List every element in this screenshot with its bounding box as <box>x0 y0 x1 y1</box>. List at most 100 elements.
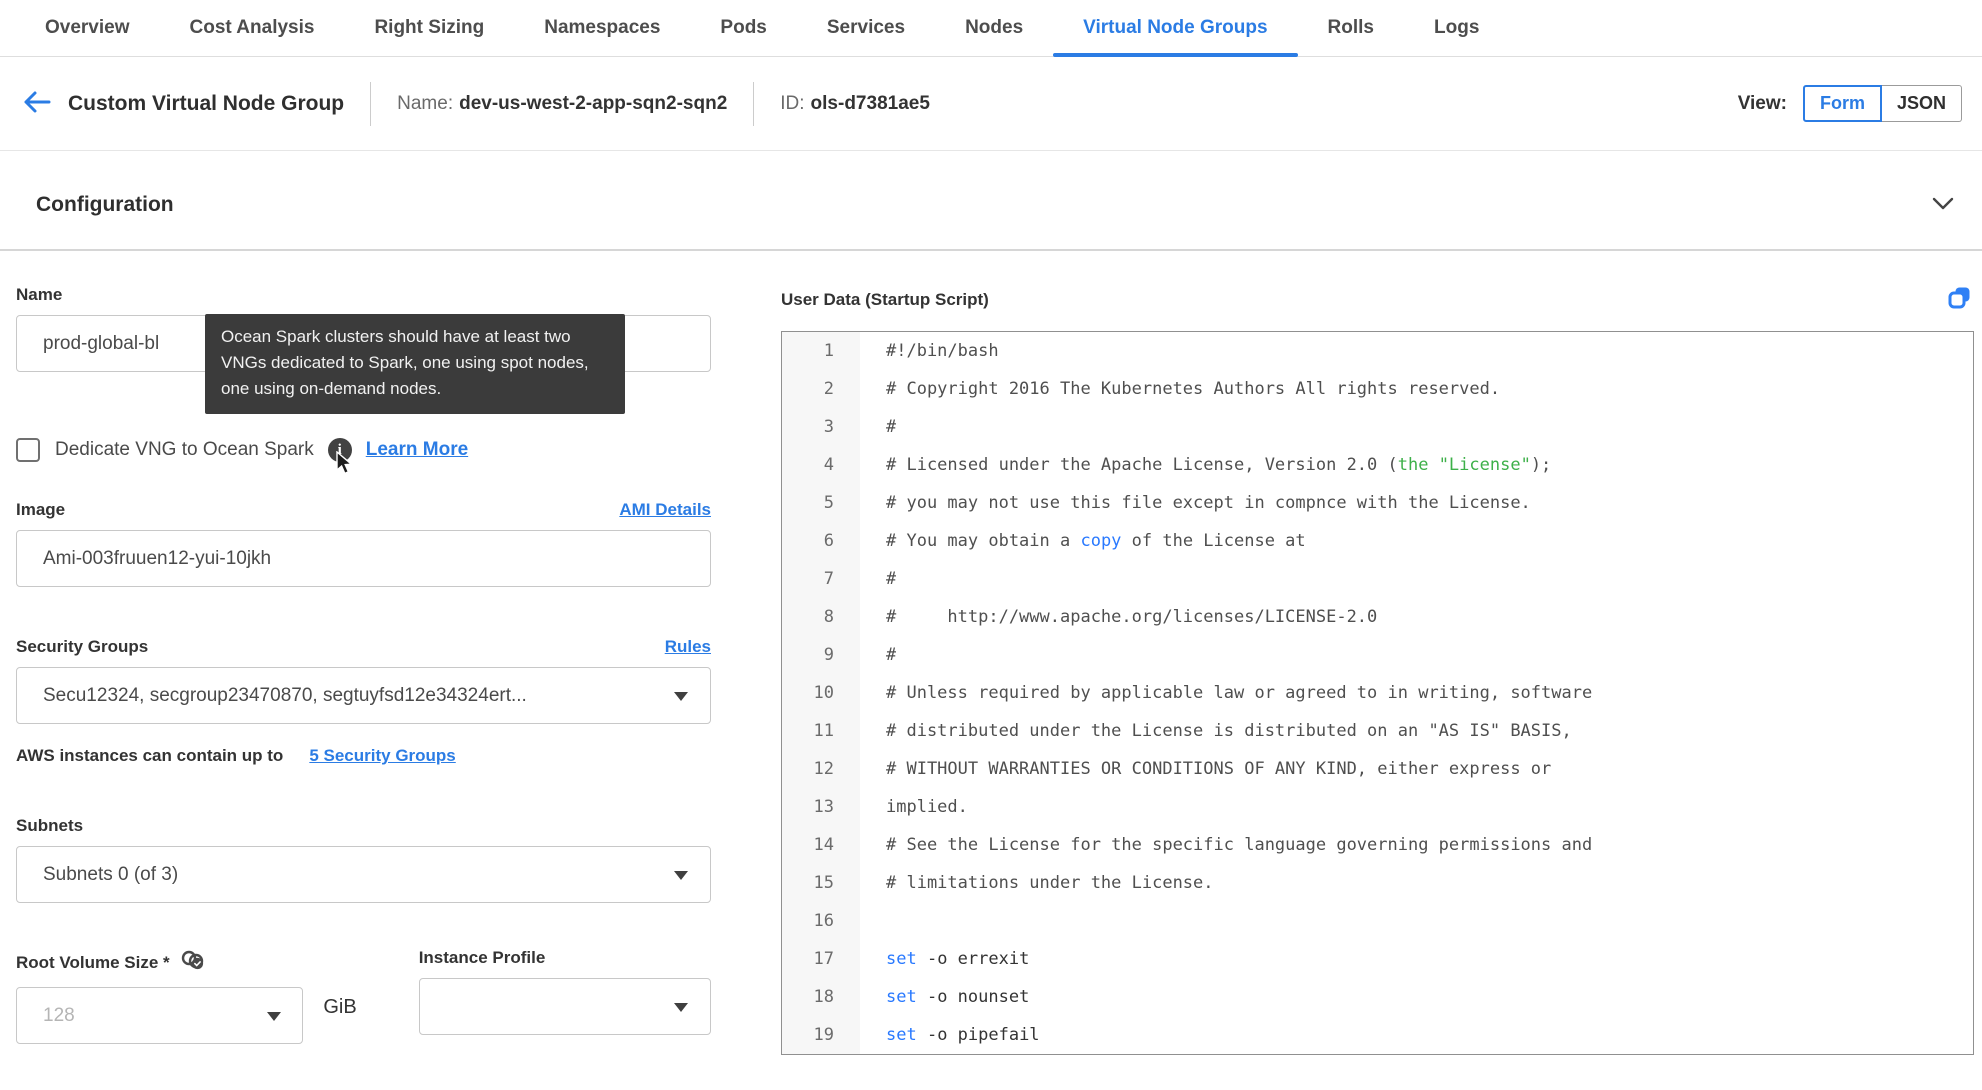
rules-link[interactable]: Rules <box>665 637 711 657</box>
instance-profile-label: Instance Profile <box>418 948 546 967</box>
section-title: Configuration <box>36 193 174 216</box>
line-number: 13 <box>782 788 860 826</box>
link-check-icon <box>180 948 207 977</box>
user-data-editor[interactable]: 1 #!/bin/bash 2 # Copyright 2016 The Kubern… <box>781 331 1974 1055</box>
vng-name-label: Name: <box>397 92 454 114</box>
code-line: 14 # See the License for the specific lan… <box>782 826 1973 864</box>
gib-unit-label: GiB <box>323 996 357 1018</box>
user-data-column: User Data (Startup Script) 1 #!/bin/bash 2… <box>781 285 1974 1055</box>
line-number: 7 <box>782 560 860 598</box>
line-number: 17 <box>782 940 860 978</box>
subnets-field-group: Subnets Subnets 0 (of 3) <box>16 816 711 903</box>
code-text: #!/bin/bash <box>886 341 999 361</box>
view-toggle: View: Form JSON <box>1737 84 1962 123</box>
code-line: 2 # Copyright 2016 The Kubernetes Authors… <box>782 370 1973 408</box>
vng-name: Name: dev-us-west-2-app-sqn2-sqn2 <box>397 93 727 115</box>
subnets-value: Subnets 0 (of 3) <box>43 863 179 885</box>
code-line: 5 # you may not use this file except in c… <box>782 484 1973 522</box>
page-title: Custom Virtual Node Group <box>68 91 345 115</box>
tab-logs[interactable]: Logs <box>1404 0 1509 56</box>
root-volume-input[interactable] <box>16 987 304 1044</box>
instance-profile-select[interactable] <box>418 978 711 1035</box>
dedicate-vng-row: Dedicate VNG to Ocean Spark i Learn More <box>16 436 711 475</box>
configuration-content: Name Ocean Spark clusters should have at… <box>0 251 1982 1055</box>
caret-down-icon <box>674 1002 688 1012</box>
learn-more-link[interactable]: Learn More <box>366 439 468 461</box>
top-nav: Overview Cost Analysis Right Sizing Namespa… <box>0 0 1982 57</box>
tooltip-text: Ocean Spark clusters should have at leas… <box>221 327 589 398</box>
line-number: 16 <box>782 902 860 940</box>
code-line: 18 set -o nounset <box>782 978 1973 1016</box>
five-security-groups-link[interactable]: 5 Security Groups <box>309 746 455 766</box>
code-line: 17 set -o errexit <box>782 940 1973 978</box>
image-input[interactable] <box>16 530 711 587</box>
code-line: 6 # You may obtain a copy of the License … <box>782 522 1973 560</box>
line-number: 9 <box>782 636 860 674</box>
back-arrow-icon <box>22 90 52 117</box>
caret-down-icon <box>674 691 688 701</box>
divider <box>370 81 372 126</box>
chevron-down-icon <box>1932 197 1954 213</box>
form-column: Name Ocean Spark clusters should have at… <box>16 285 711 1055</box>
code-line: 13 implied. <box>782 788 1973 826</box>
code-text: set -o nounset <box>886 987 1030 1007</box>
copy-button[interactable] <box>1947 285 1974 315</box>
view-form-button[interactable]: Form <box>1802 84 1882 123</box>
code-line: 1 #!/bin/bash <box>782 332 1973 370</box>
code-line: 19 set -o pipefail <box>782 1016 1973 1054</box>
back-button[interactable] <box>22 90 52 117</box>
security-groups-helper: AWS instances can contain up to 5 Securi… <box>16 746 711 766</box>
helper-text: AWS instances can contain up to <box>16 746 284 765</box>
security-groups-select[interactable]: Secu12324, secgroup23470870, segtuyfsd12… <box>16 667 711 724</box>
tab-overview[interactable]: Overview <box>15 0 160 56</box>
subnets-select[interactable]: Subnets 0 (of 3) <box>16 846 711 903</box>
view-json-button[interactable]: JSON <box>1881 84 1962 123</box>
collapse-section-button[interactable] <box>1932 197 1954 213</box>
code-line: 9 # <box>782 636 1973 674</box>
line-number: 15 <box>782 864 860 902</box>
security-groups-field-group: Security Groups Rules Secu12324, secgrou… <box>16 637 711 766</box>
info-icon-wrap: i <box>327 438 353 475</box>
dedicate-vng-label: Dedicate VNG to Ocean Spark <box>55 439 314 460</box>
line-number: 5 <box>782 484 860 522</box>
tab-namespaces[interactable]: Namespaces <box>514 0 690 56</box>
name-label: Name <box>16 285 63 304</box>
root-volume-label: Root Volume Size * <box>16 948 207 977</box>
code-line: 8 # http://www.apache.org/licenses/LICENS… <box>782 598 1973 636</box>
caret-down-icon <box>674 870 688 880</box>
subnets-label: Subnets <box>16 816 84 835</box>
code-text: set -o errexit <box>886 949 1030 969</box>
security-groups-value: Secu12324, secgroup23470870, segtuyfsd12… <box>43 684 527 706</box>
line-number: 14 <box>782 826 860 864</box>
tab-rolls[interactable]: Rolls <box>1298 0 1404 56</box>
code-line: 3 # <box>782 408 1973 446</box>
tab-virtual-node-groups[interactable]: Virtual Node Groups <box>1053 0 1298 57</box>
line-number: 8 <box>782 598 860 636</box>
tab-right-sizing[interactable]: Right Sizing <box>344 0 514 56</box>
line-number: 4 <box>782 446 860 484</box>
tab-services[interactable]: Services <box>797 0 935 56</box>
ami-details-link[interactable]: AMI Details <box>619 500 711 520</box>
configuration-section-header: Configuration <box>0 151 1982 251</box>
code-text: # http://www.apache.org/licenses/LICENSE… <box>886 607 1378 627</box>
image-field-group: Image AMI Details <box>16 500 711 587</box>
code-line: 4 # Licensed under the Apache License, Ve… <box>782 446 1973 484</box>
vng-id-value: ols-d7381ae5 <box>810 92 930 114</box>
security-groups-label: Security Groups <box>16 637 149 656</box>
dedicate-vng-checkbox[interactable] <box>16 438 40 462</box>
tab-cost-analysis[interactable]: Cost Analysis <box>160 0 345 56</box>
line-number: 2 <box>782 370 860 408</box>
vng-name-value: dev-us-west-2-app-sqn2-sqn2 <box>459 92 728 114</box>
view-label: View: <box>1737 92 1787 114</box>
user-data-label: User Data (Startup Script) <box>781 290 989 309</box>
code-line: 7 # <box>782 560 1973 598</box>
vng-id-label: ID: <box>780 92 805 114</box>
line-number: 3 <box>782 408 860 446</box>
tab-pods[interactable]: Pods <box>690 0 796 56</box>
root-volume-label-text: Root Volume Size * <box>16 952 170 972</box>
code-text: # you may not use this file except in co… <box>886 493 1531 513</box>
code-text: # <box>886 645 897 665</box>
tab-nodes[interactable]: Nodes <box>935 0 1053 56</box>
code-text: set -o pipefail <box>886 1025 1040 1045</box>
code-text: # distributed under the License is distr… <box>886 721 1572 741</box>
